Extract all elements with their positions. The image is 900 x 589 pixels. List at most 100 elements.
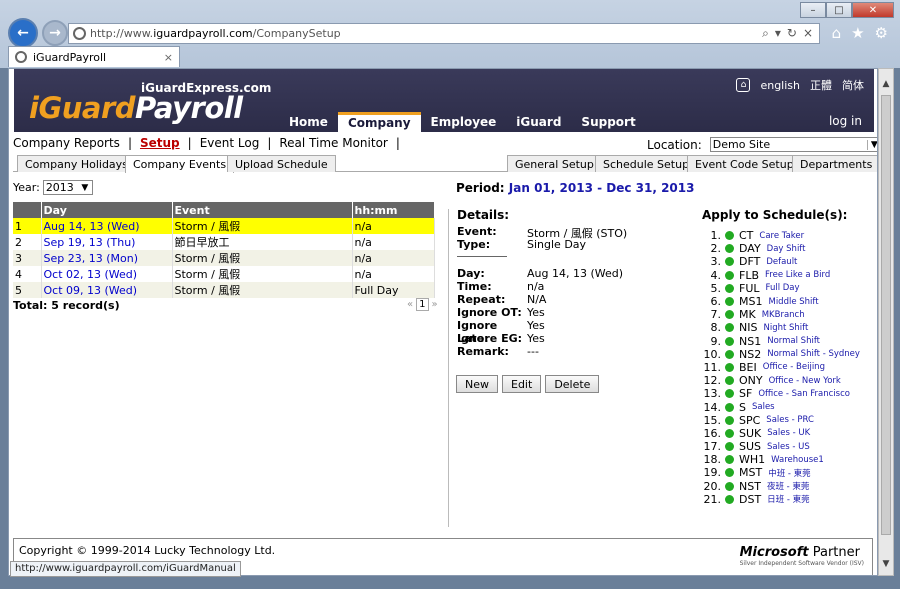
location-select[interactable]: Demo Site ▼ [709,137,877,152]
list-item: 19. MST 中班 - 東莞 [702,466,860,479]
nav-home[interactable]: Home [279,112,338,132]
schedule-name-link[interactable]: 中班 - 東莞 [768,467,810,479]
dropdown-chevron-icon[interactable]: ▾ [775,26,781,41]
address-bar[interactable]: http://www. iguardpayroll.com/CompanySetu… [68,23,820,44]
star-icon[interactable]: ★ [851,24,864,42]
scroll-down-icon[interactable]: ▼ [879,559,893,573]
tab-schedule-setup[interactable]: Schedule Setup [595,155,698,172]
forward-arrow-icon[interactable]: → [42,20,68,46]
nav-employee[interactable]: Employee [421,112,507,132]
schedule-name-link[interactable]: Sales - PRC [766,415,814,425]
tab-departments[interactable]: Departments [792,155,877,172]
tab-company-holidays[interactable]: Company Holidays [17,155,136,172]
schedule-name-link[interactable]: Normal Shift [767,336,820,346]
nav-iguard[interactable]: iGuard [506,112,571,132]
schedule-name-link[interactable]: Warehouse1 [771,455,824,465]
tab-event-code-setup[interactable]: Event Code Setup [687,155,802,172]
tab-company-events[interactable]: Company Events [125,155,235,173]
schedule-name-link[interactable]: Office - New York [769,376,841,386]
subnav-setup[interactable]: Setup [140,136,180,150]
scroll-thumb[interactable] [881,95,891,535]
row-day[interactable]: Sep 23, 13 (Mon) [41,250,173,266]
list-item: 7. MK MKBranch [702,308,860,321]
schedule-name-link[interactable]: Sales - US [767,442,810,452]
scroll-up-icon[interactable]: ▲ [879,79,893,93]
login-link[interactable]: log in [829,114,862,128]
schedule-code: ONY [739,374,763,388]
tab-general-setup[interactable]: General Setup [507,155,602,172]
pager-next[interactable]: » [432,299,438,310]
list-item: 9. NS1 Normal Shift [702,335,860,348]
ignore-late-label: Ignore Late: [457,319,498,345]
col-event[interactable]: Event [172,202,353,218]
home-icon[interactable]: ⌂ [736,78,751,92]
row-day[interactable]: Oct 02, 13 (Wed) [41,266,173,282]
nav-support[interactable]: Support [571,112,645,132]
edit-button[interactable]: Edit [502,375,542,393]
nav-company[interactable]: Company [337,112,421,132]
col-hhmm[interactable]: hh:mm [352,202,435,218]
subnav-event-log[interactable]: Event Log [200,136,260,150]
tab-upload-schedule[interactable]: Upload Schedule [227,155,336,172]
vertical-scrollbar[interactable]: ▲ ▼ [878,68,894,576]
list-item: 16. SUK Sales - UK [702,427,860,440]
schedule-name-link[interactable]: 日班 - 東莞 [767,493,809,505]
search-icon[interactable]: ⌕ [762,26,769,41]
pager-prev[interactable]: « [407,299,413,310]
table-row[interactable]: 3 Sep 23, 13 (Mon) Storm / 風假 n/a [13,250,435,266]
list-item: 1. CT Care Taker [702,229,860,242]
row-index: 3 [13,250,42,266]
schedule-name-link[interactable]: Sales - UK [767,428,810,438]
table-row[interactable]: 1 Aug 14, 13 (Wed) Storm / 風假 n/a [13,218,435,234]
maximize-icon[interactable]: □ [826,2,852,18]
lang-simplified[interactable]: 简体 [842,77,864,93]
schedule-name-link[interactable]: MKBranch [762,310,805,320]
schedule-name-link[interactable]: 夜班 - 東莞 [767,480,809,492]
schedule-name-link[interactable]: Office - Beijing [763,362,825,372]
row-day[interactable]: Sep 19, 13 (Thu) [41,234,173,250]
browser-tab[interactable]: iGuardPayroll × [8,46,180,67]
schedule-code: FUL [739,281,760,295]
col-day[interactable]: Day [41,202,173,218]
details-actions: New Edit Delete [456,375,600,393]
minimize-icon[interactable]: – [800,2,826,18]
schedule-name-link[interactable]: Care Taker [759,231,804,241]
new-button[interactable]: New [456,375,498,393]
schedule-name-link[interactable]: Sales [752,402,775,412]
item-number: 2. [710,242,722,256]
year-select[interactable]: 2013 ▼ [42,180,93,195]
delete-button[interactable]: Delete [545,375,600,393]
schedule-code: NS1 [739,334,762,348]
apply-heading: Apply to Schedule(s): [702,208,848,222]
status-dot-icon [725,362,734,372]
schedule-name-link[interactable]: Office - San Francisco [758,389,850,399]
schedule-name-link[interactable]: Normal Shift - Sydney [767,349,860,359]
row-day[interactable]: Aug 14, 13 (Wed) [41,218,173,234]
table-row[interactable]: 2 Sep 19, 13 (Thu) 節日早放工 n/a [13,234,435,250]
schedule-name-link[interactable]: Full Day [766,283,800,293]
schedule-name-link[interactable]: Day Shift [767,244,806,254]
close-icon[interactable]: × [803,26,813,41]
schedule-name-link[interactable]: Middle Shift [768,297,818,307]
schedule-code: SUK [739,426,762,440]
pager-current[interactable]: 1 [416,298,429,311]
schedule-name-link[interactable]: Free Like a Bird [765,270,830,280]
refresh-icon[interactable]: ↻ [787,26,797,41]
row-hhmm: n/a [352,266,435,282]
tab-close-icon[interactable]: × [164,51,173,64]
row-event: Storm / 風假 [172,282,353,298]
lang-english[interactable]: english [760,79,800,92]
row-day[interactable]: Oct 09, 13 (Wed) [41,282,173,298]
schedule-name-link[interactable]: Night Shift [763,323,808,333]
logo[interactable]: iGuardPayroll [29,91,243,125]
lang-traditional[interactable]: 正體 [810,77,832,93]
table-row[interactable]: 5 Oct 09, 13 (Wed) Storm / 風假 Full Day [13,282,435,298]
table-row[interactable]: 4 Oct 02, 13 (Wed) Storm / 風假 n/a [13,266,435,282]
gear-icon[interactable]: ⚙ [875,24,888,42]
subnav-company-reports[interactable]: Company Reports [13,136,120,150]
subnav-real-time-monitor[interactable]: Real Time Monitor [279,136,387,150]
home-icon[interactable]: ⌂ [832,24,842,42]
schedule-name-link[interactable]: Default [766,257,797,267]
back-arrow-icon[interactable]: ← [8,18,38,48]
close-window-icon[interactable]: ✕ [852,2,894,18]
